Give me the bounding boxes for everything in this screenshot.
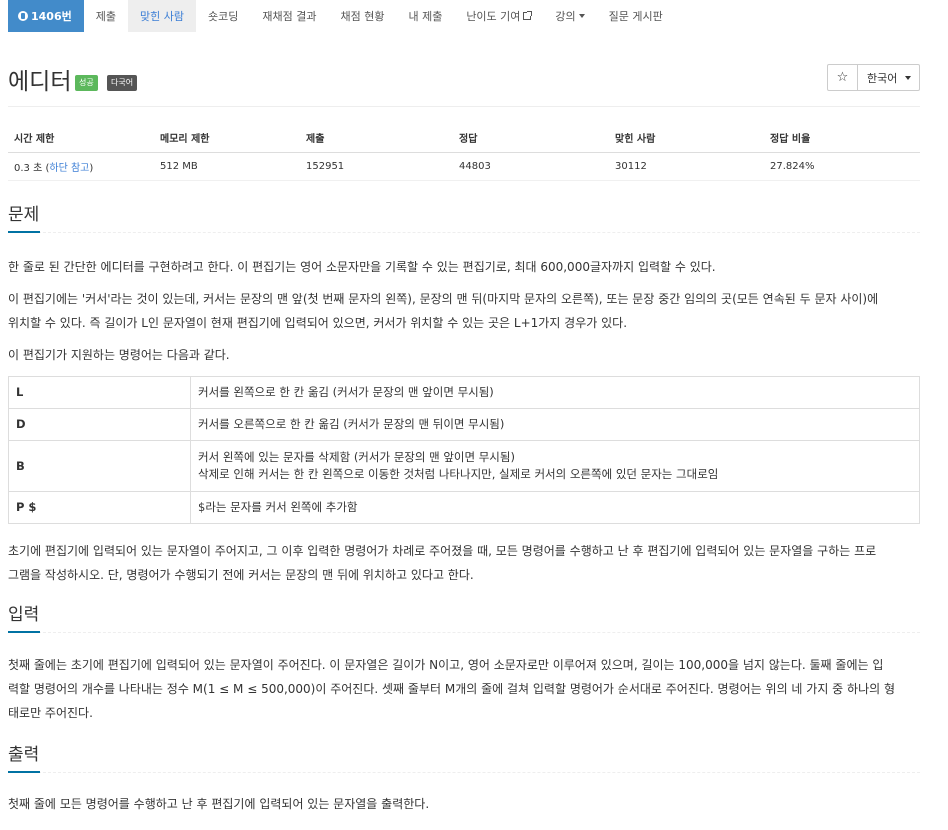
multilang-badge: 다국어 [107, 75, 138, 91]
problem-info-table: 시간 제한 메모리 제한 제출 정답 맞힌 사람 정답 비율 0.3 초 (하단… [8, 124, 920, 181]
table-row: D 커서를 오른쪽으로 한 칸 옮김 (커서가 문장의 맨 뒤이면 무시됨) [8, 408, 920, 441]
header-ratio: 정답 비율 [764, 124, 920, 153]
title-divider [8, 106, 920, 107]
table-row: 0.3 초 (하단 참고) 512 MB 152951 44803 30112 … [8, 152, 920, 181]
cell-memory-limit: 512 MB [154, 152, 300, 181]
problem-paragraph-3: 이 편집기가 지원하는 명령어는 다음과 같다. [8, 348, 230, 362]
cell-time-limit: 0.3 초 (하단 참고) [8, 152, 154, 181]
header-solvers: 맞힌 사람 [609, 124, 764, 153]
nav-status[interactable]: 채점 현황 [328, 0, 396, 32]
nav-lecture[interactable]: 강의 [543, 0, 596, 32]
command-desc: 커서를 왼쪽으로 한 칸 옮김 (커서가 문장의 맨 앞이면 무시됨) [190, 376, 920, 409]
nav-submit[interactable]: 제출 [84, 0, 128, 32]
caret-down-icon [578, 14, 585, 18]
nav-solvers[interactable]: 맞힌 사람 [128, 0, 196, 32]
problem-section-heading: 문제 [8, 204, 920, 233]
input-heading: 입력 [8, 605, 40, 625]
header-time-limit: 시간 제한 [8, 124, 154, 153]
heading-underline [8, 631, 920, 633]
output-section-heading: 출력 [8, 744, 920, 773]
problem-icon [18, 11, 28, 21]
language-dropdown[interactable]: 한국어 [857, 64, 920, 91]
nav-problem-id[interactable]: 1406번 [8, 0, 84, 32]
success-badge: 성공 [75, 75, 98, 91]
command-desc: 커서 왼쪽에 있는 문자를 삭제함 (커서가 문장의 맨 앞이면 무시됨) 삭제… [190, 440, 920, 492]
table-row: P $ $라는 문자를 커서 왼쪽에 추가함 [8, 491, 920, 524]
nav-board[interactable]: 질문 게시판 [597, 0, 675, 32]
external-link-icon [523, 11, 533, 20]
command-desc: $라는 문자를 커서 왼쪽에 추가함 [190, 491, 920, 524]
nav-difficulty[interactable]: 난이도 기여 [454, 0, 543, 32]
cell-correct: 44803 [453, 152, 609, 181]
problem-heading: 문제 [8, 205, 40, 225]
input-description: 첫째 줄에는 초기에 편집기에 입력되어 있는 문자열이 주어진다. 이 문자열… [8, 658, 896, 720]
table-row: L 커서를 왼쪽으로 한 칸 옮김 (커서가 문장의 맨 앞이면 무시됨) [8, 376, 920, 409]
cell-submissions: 152951 [300, 152, 453, 181]
header-memory-limit: 메모리 제한 [154, 124, 300, 153]
command-table: L 커서를 왼쪽으로 한 칸 옮김 (커서가 문장의 맨 앞이면 무시됨) D … [8, 376, 920, 524]
cell-ratio: 27.824% [764, 152, 920, 181]
header-correct: 정답 [453, 124, 609, 153]
problem-nav: 1406번 제출 맞힌 사람 숏코딩 재채점 결과 채점 현황 내 제출 난이도… [8, 0, 675, 32]
problem-paragraph-4: 초기에 편집기에 입력되어 있는 문자열이 주어지고, 그 이후 입력한 명령어… [8, 544, 877, 582]
problem-paragraph-1: 한 줄로 된 간단한 에디터를 구현하려고 한다. 이 편집기는 영어 소문자만… [8, 260, 716, 274]
table-row: B 커서 왼쪽에 있는 문자를 삭제함 (커서가 문장의 맨 앞이면 무시됨) … [8, 440, 920, 492]
command-desc: 커서를 오른쪽으로 한 칸 옮김 (커서가 문장의 맨 뒤이면 무시됨) [190, 408, 920, 441]
title-row: 에디터 성공 다국어 ☆ 한국어 [8, 60, 920, 96]
command-name: P $ [8, 491, 191, 524]
heading-underline [8, 231, 920, 233]
header-submissions: 제출 [300, 124, 453, 153]
cell-solvers: 30112 [609, 152, 764, 181]
caret-down-icon [905, 75, 912, 80]
command-name: L [8, 376, 191, 409]
table-header-row: 시간 제한 메모리 제한 제출 정답 맞힌 사람 정답 비율 [8, 124, 920, 153]
problem-paragraph-2: 이 편집기에는 '커서'라는 것이 있는데, 커서는 문장의 맨 앞(첫 번째 … [8, 292, 879, 330]
nav-short-coding[interactable]: 숏코딩 [196, 0, 250, 32]
language-label: 한국어 [867, 71, 898, 85]
output-heading: 출력 [8, 745, 40, 765]
star-icon: ☆ [836, 70, 849, 85]
input-section-heading: 입력 [8, 604, 920, 633]
problem-id-label: 1406번 [31, 10, 72, 23]
time-limit-note-link[interactable]: 하단 참고 [49, 163, 89, 174]
page-title: 에디터 [8, 69, 72, 95]
heading-underline [8, 771, 920, 773]
nav-my-submit[interactable]: 내 제출 [396, 0, 454, 32]
command-name: D [8, 408, 191, 441]
output-description: 첫째 줄에 모든 명령어를 수행하고 난 후 편집기에 입력되어 있는 문자열을… [8, 797, 430, 811]
command-name: B [8, 440, 191, 492]
star-button[interactable]: ☆ [827, 64, 858, 91]
nav-rejudge[interactable]: 재채점 결과 [250, 0, 328, 32]
